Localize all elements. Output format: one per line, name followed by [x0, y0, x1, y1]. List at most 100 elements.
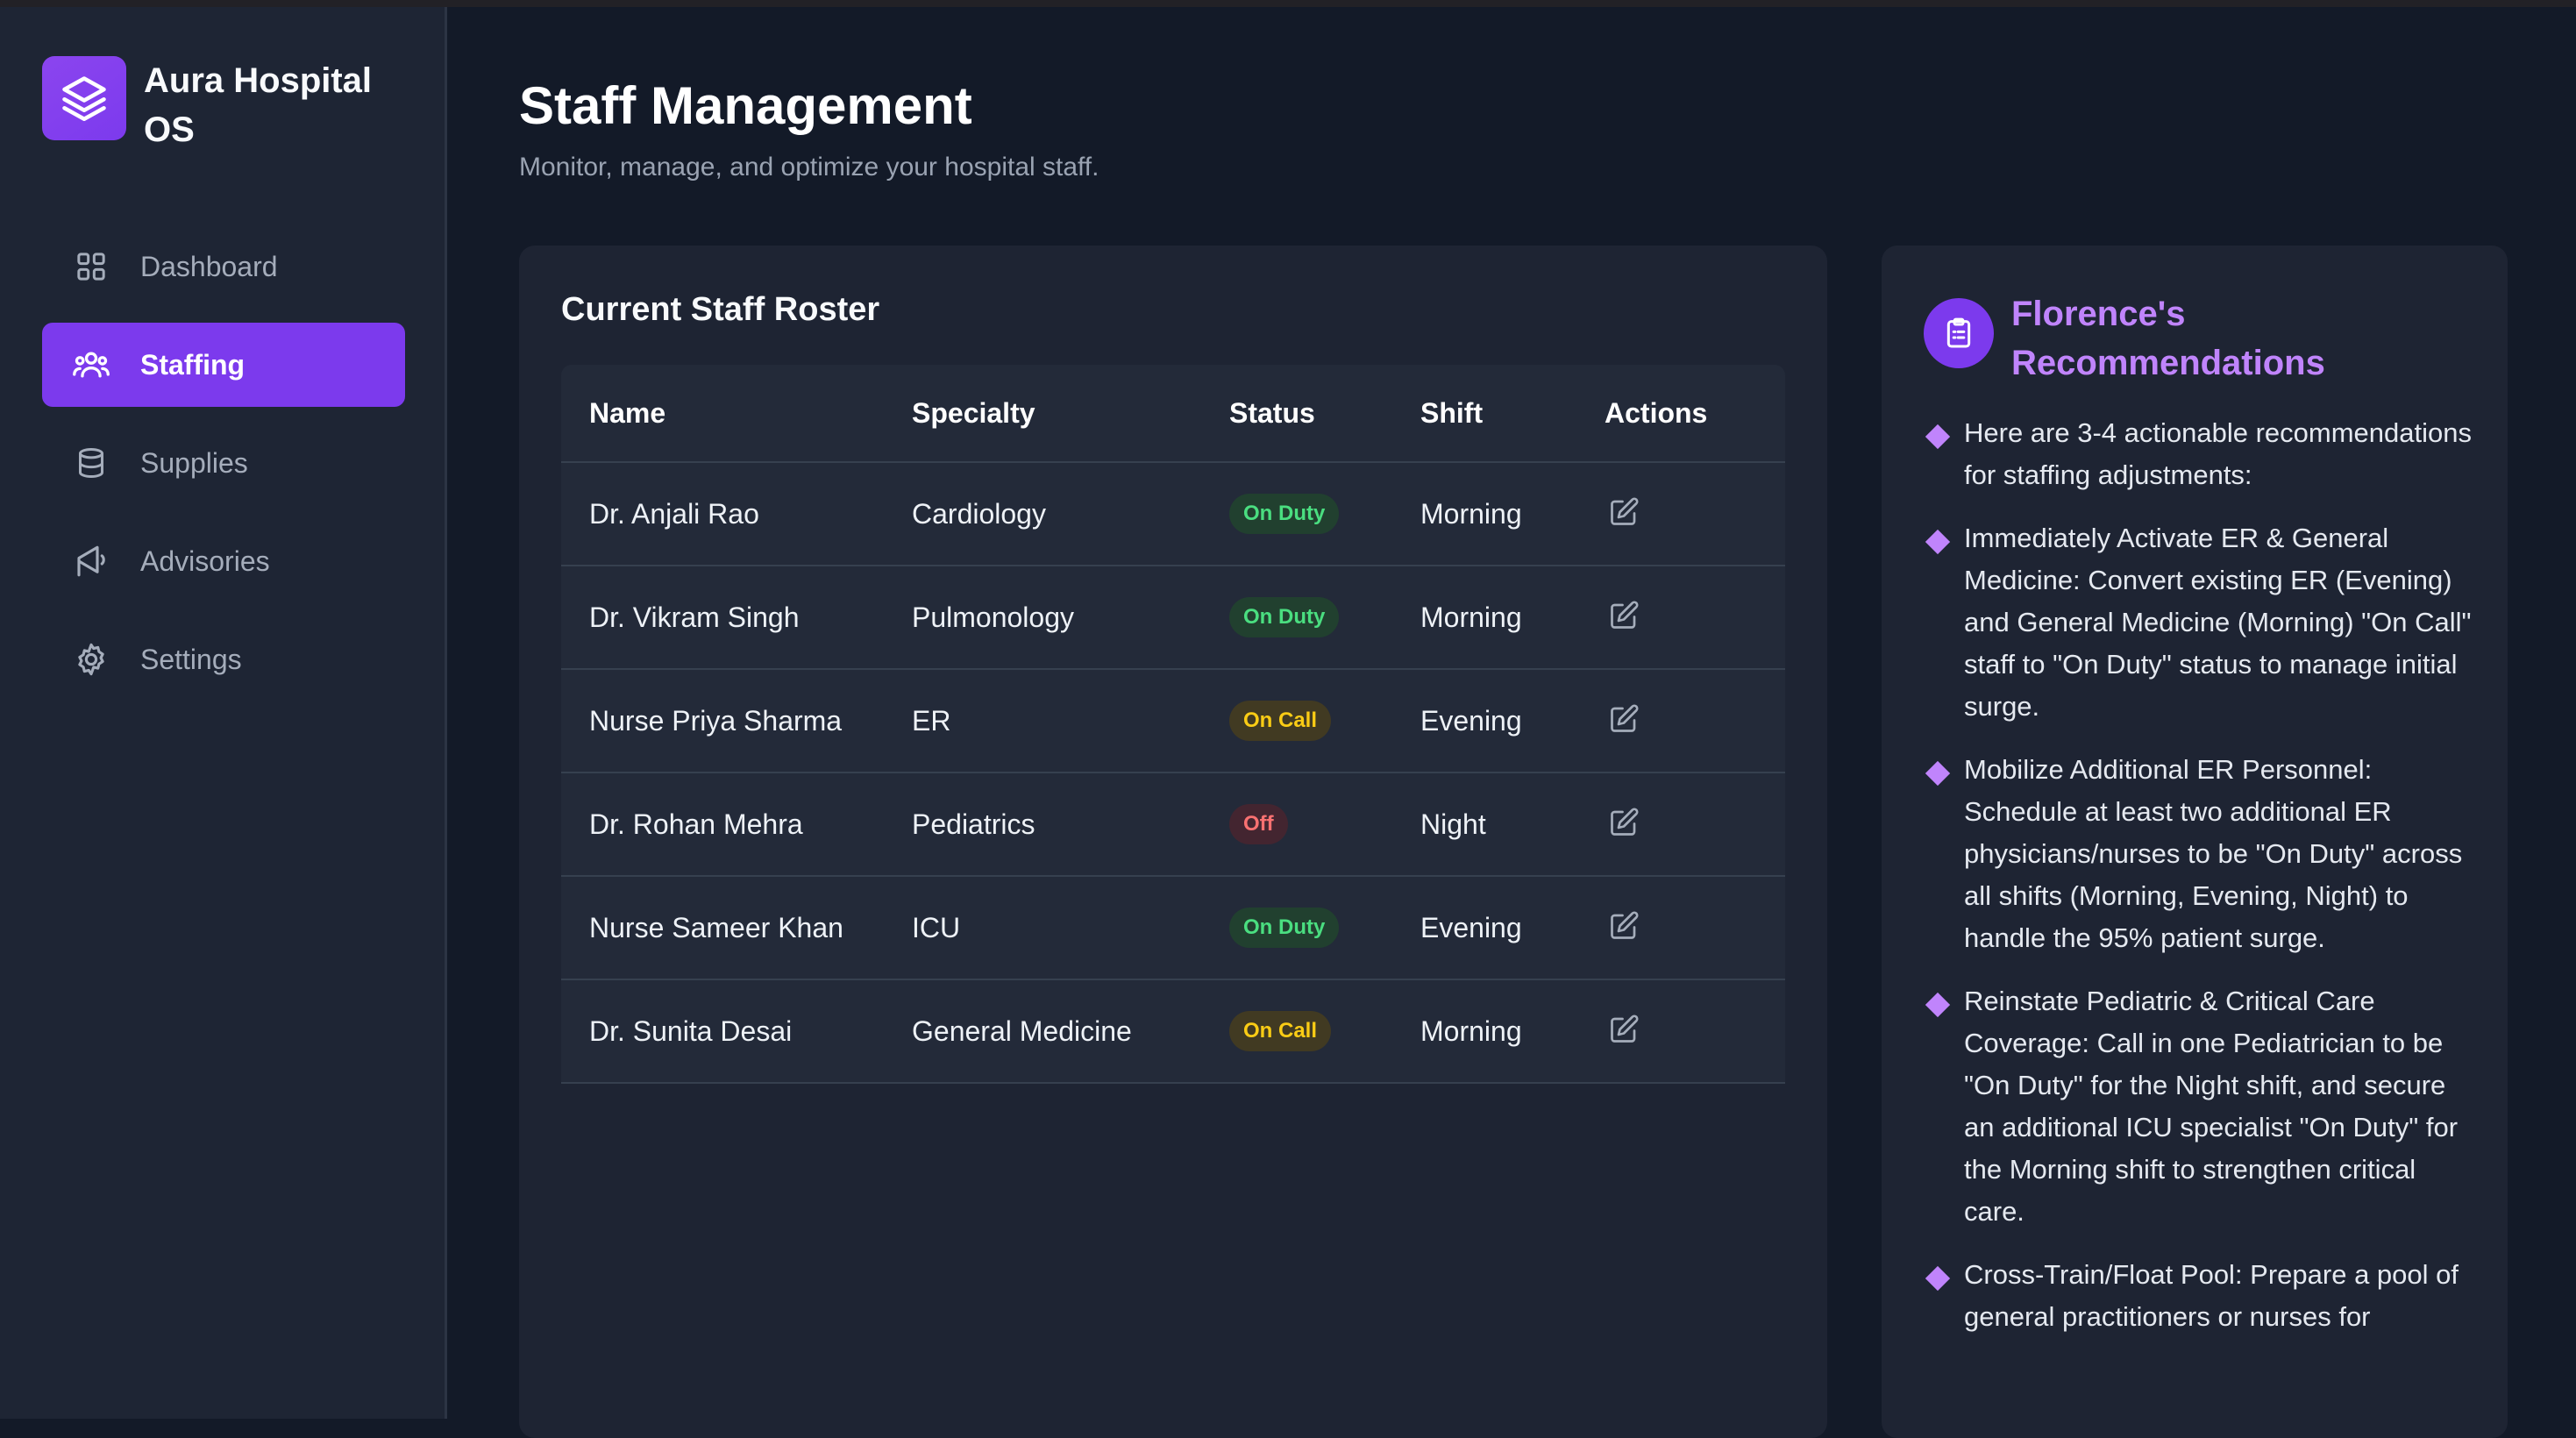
- recommendation-text: Immediately Activate ER & General Medici…: [1964, 523, 2472, 722]
- status-badge: On Duty: [1229, 494, 1340, 534]
- actions-cell: [1605, 493, 1762, 535]
- actions-cell: [1605, 1010, 1762, 1052]
- status-badge: Off: [1229, 804, 1288, 844]
- recommendation-item: Here are 3-4 actionable recommendations …: [1924, 412, 2478, 496]
- sidebar-nav: Dashboard Staffing Supplies Advisories S…: [42, 224, 405, 715]
- table-row: Dr. Anjali Rao Cardiology On Duty Morning: [561, 463, 1785, 566]
- status-cell: On Duty: [1229, 597, 1420, 637]
- layers-logo-icon: [42, 56, 126, 140]
- sidebar-item-label: Advisories: [140, 545, 270, 577]
- status-badge: On Call: [1229, 701, 1332, 741]
- edit-icon[interactable]: [1605, 907, 1643, 945]
- staff-specialty: General Medicine: [912, 1014, 1132, 1047]
- table-row: Dr. Rohan Mehra Pediatrics Off Night: [561, 773, 1785, 877]
- recommendation-item: Immediately Activate ER & General Medici…: [1924, 517, 2478, 728]
- staff-shift: Morning: [1420, 601, 1522, 633]
- actions-cell: [1605, 700, 1762, 742]
- diamond-bullet-icon: [1925, 424, 1951, 450]
- recommendations-panel: Florence's Recommendations Here are 3-4 …: [1882, 246, 2508, 1438]
- sidebar-item-label: Settings: [140, 643, 242, 675]
- status-cell: On Duty: [1229, 494, 1420, 534]
- status-cell: On Duty: [1229, 908, 1420, 948]
- roster-title: Current Staff Roster: [561, 291, 880, 328]
- status-cell: Off: [1229, 804, 1420, 844]
- staff-specialty: Cardiology: [912, 497, 1046, 530]
- staff-name: Dr. Rohan Mehra: [589, 808, 803, 840]
- recommendation-text: Cross-Train/Float Pool: Prepare a pool o…: [1964, 1259, 2459, 1332]
- diamond-bullet-icon: [1925, 529, 1951, 555]
- status-badge: On Call: [1229, 1011, 1332, 1051]
- table-row: Nurse Sameer Khan ICU On Duty Evening: [561, 877, 1785, 980]
- clipboard-icon: [1924, 298, 1994, 368]
- window-top-edge: [0, 0, 2576, 7]
- sidebar-item-dashboard[interactable]: Dashboard: [42, 224, 405, 309]
- column-header-specialty: Specialty: [912, 396, 1035, 429]
- staff-name: Dr. Sunita Desai: [589, 1014, 793, 1047]
- staff-shift: Evening: [1420, 704, 1522, 737]
- edit-icon[interactable]: [1605, 803, 1643, 842]
- staff-name: Dr. Vikram Singh: [589, 601, 800, 633]
- column-header-status: Status: [1229, 396, 1315, 429]
- status-badge: On Duty: [1229, 597, 1340, 637]
- recommendation-item: Cross-Train/Float Pool: Prepare a pool o…: [1924, 1254, 2478, 1338]
- recommendation-text: Reinstate Pediatric & Critical Care Cove…: [1964, 986, 2459, 1227]
- table-row: Dr. Sunita Desai General Medicine On Call M…: [561, 980, 1785, 1084]
- column-header-name: Name: [589, 396, 666, 429]
- app-name: Aura Hospital OS: [144, 61, 373, 149]
- status-cell: On Call: [1229, 701, 1420, 741]
- megaphone-icon: [72, 542, 110, 580]
- actions-cell: [1605, 803, 1762, 845]
- sidebar-item-settings[interactable]: Settings: [42, 617, 405, 701]
- recommendation-item: Mobilize Additional ER Personnel: Schedu…: [1924, 749, 2478, 959]
- staff-name: Nurse Priya Sharma: [589, 704, 843, 737]
- brand: Aura Hospital OS: [42, 56, 398, 154]
- recommendations-list: Here are 3-4 actionable recommendations …: [1924, 412, 2478, 1359]
- recommendations-header: Florence's Recommendations: [1924, 289, 2345, 388]
- sidebar: Aura Hospital OS Dashboard Staffing Supp…: [0, 7, 447, 1419]
- diamond-bullet-icon: [1925, 992, 1951, 1018]
- staff-name: Dr. Anjali Rao: [589, 497, 759, 530]
- status-cell: On Call: [1229, 1011, 1420, 1051]
- sidebar-item-supplies[interactable]: Supplies: [42, 421, 405, 505]
- staff-shift: Night: [1420, 808, 1486, 840]
- status-badge: On Duty: [1229, 908, 1340, 948]
- diamond-bullet-icon: [1925, 760, 1951, 787]
- staff-specialty: Pediatrics: [912, 808, 1035, 840]
- edit-icon[interactable]: [1605, 596, 1643, 635]
- gear-icon: [72, 640, 110, 679]
- actions-cell: [1605, 596, 1762, 638]
- edit-icon[interactable]: [1605, 1010, 1643, 1049]
- recommendation-item: Reinstate Pediatric & Critical Care Cove…: [1924, 980, 2478, 1233]
- page-subtitle: Monitor, manage, and optimize your hospi…: [519, 153, 1099, 182]
- staff-specialty: ER: [912, 704, 951, 737]
- staff-shift: Evening: [1420, 911, 1522, 943]
- actions-cell: [1605, 907, 1762, 949]
- staff-name: Nurse Sameer Khan: [589, 911, 843, 943]
- staff-specialty: ICU: [912, 911, 961, 943]
- staff-specialty: Pulmonology: [912, 601, 1074, 633]
- table-row: Nurse Priya Sharma ER On Call Evening: [561, 670, 1785, 773]
- grid-icon: [72, 247, 110, 286]
- sidebar-item-label: Staffing: [140, 348, 246, 381]
- users-icon: [72, 345, 110, 384]
- staff-shift: Morning: [1420, 1014, 1522, 1047]
- edit-icon[interactable]: [1605, 493, 1643, 531]
- sidebar-item-staffing[interactable]: Staffing: [42, 323, 405, 407]
- sidebar-item-label: Supplies: [140, 446, 248, 479]
- table-body: Dr. Anjali Rao Cardiology On Duty Morning Dr…: [561, 463, 1785, 1084]
- table-header: Name Specialty Status Shift Actions: [561, 365, 1785, 463]
- column-header-shift: Shift: [1420, 396, 1484, 429]
- edit-icon[interactable]: [1605, 700, 1643, 738]
- staff-shift: Morning: [1420, 497, 1522, 530]
- diamond-bullet-icon: [1925, 1265, 1951, 1292]
- page-title: Staff Management: [519, 76, 972, 135]
- sidebar-item-label: Dashboard: [140, 250, 278, 282]
- recommendation-text: Mobilize Additional ER Personnel: Schedu…: [1964, 754, 2463, 953]
- sidebar-item-advisories[interactable]: Advisories: [42, 519, 405, 603]
- recommendations-title: Florence's Recommendations: [2011, 295, 2325, 382]
- staff-roster-card: Current Staff Roster Name Specialty Stat…: [519, 246, 1827, 1438]
- recommendation-text: Here are 3-4 actionable recommendations …: [1964, 417, 2472, 490]
- column-header-actions: Actions: [1605, 396, 1708, 429]
- table-row: Dr. Vikram Singh Pulmonology On Duty Mornin…: [561, 566, 1785, 670]
- staff-table: Name Specialty Status Shift Actions Dr. …: [561, 365, 1785, 1084]
